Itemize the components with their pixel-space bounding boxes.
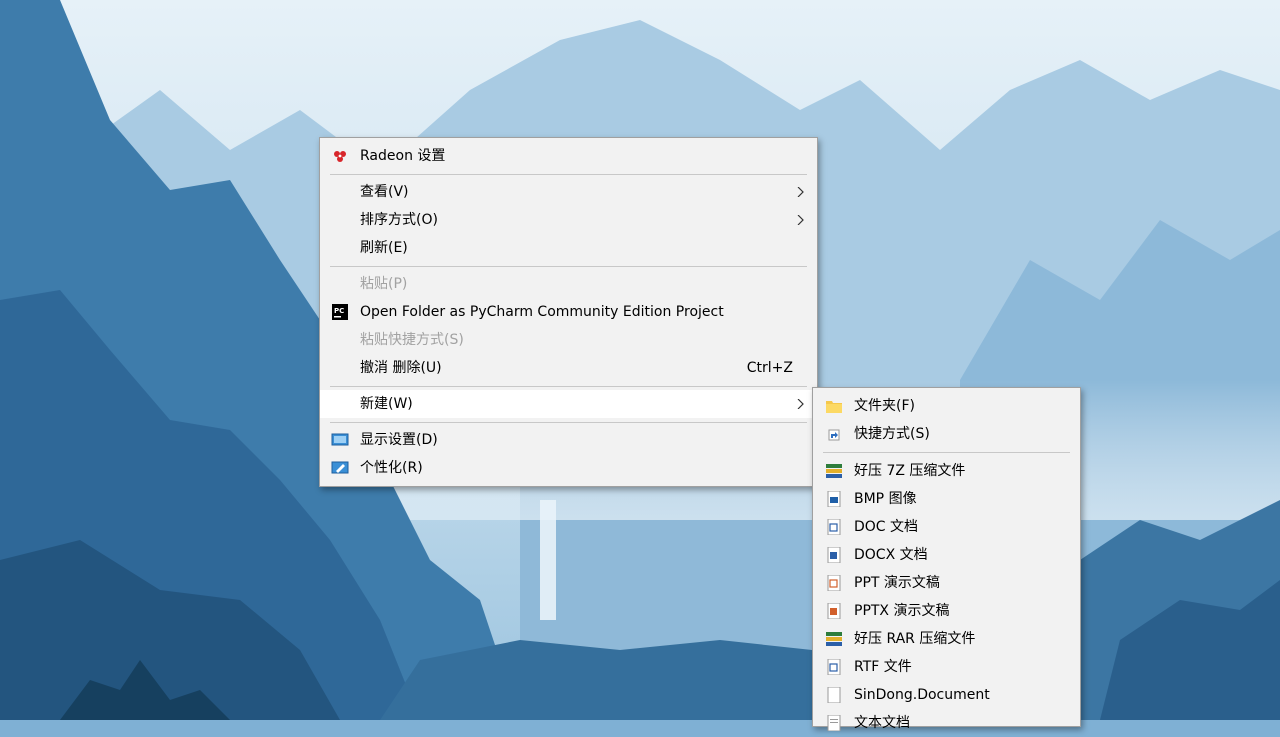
menu-item-new[interactable]: 新建(W)	[320, 390, 817, 418]
menu-item-label: Radeon 设置	[360, 148, 446, 164]
menu-separator	[823, 452, 1070, 453]
display-icon	[331, 433, 349, 446]
ppt-icon	[827, 575, 841, 591]
chevron-right-icon	[797, 399, 804, 409]
menu-item-label: Open Folder as PyCharm Community Edition…	[360, 304, 724, 320]
text-document-icon	[827, 715, 841, 731]
menu-item-label: 个性化(R)	[360, 460, 423, 476]
radeon-icon	[334, 151, 346, 162]
submenu-item-folder[interactable]: 文件夹(F)	[813, 392, 1080, 420]
menu-item-label: 粘贴快捷方式(S)	[360, 332, 464, 348]
menu-item-label: 显示设置(D)	[360, 432, 438, 448]
menu-item-label: 查看(V)	[360, 184, 409, 200]
submenu-item-docx-document[interactable]: DOCX 文档	[813, 541, 1080, 569]
submenu-item-label: PPTX 演示文稿	[854, 603, 950, 619]
submenu-item-shortcut[interactable]: 快捷方式(S)	[813, 420, 1080, 448]
desktop-context-menu: Radeon 设置 查看(V) 排序方式(O) 刷新(E) 粘贴(P) PC O…	[319, 137, 818, 487]
submenu-item-ppt-presentation[interactable]: PPT 演示文稿	[813, 569, 1080, 597]
submenu-item-label: DOCX 文档	[854, 547, 928, 563]
menu-item-label: 排序方式(O)	[360, 212, 438, 228]
menu-item-refresh[interactable]: 刷新(E)	[320, 234, 817, 262]
submenu-item-doc-document[interactable]: DOC 文档	[813, 513, 1080, 541]
menu-item-sort-by[interactable]: 排序方式(O)	[320, 206, 817, 234]
archive-icon	[826, 464, 842, 478]
menu-item-label: 粘贴(P)	[360, 276, 408, 292]
submenu-item-pptx-presentation[interactable]: PPTX 演示文稿	[813, 597, 1080, 625]
submenu-item-label: 好压 RAR 压缩文件	[854, 631, 976, 647]
menu-item-label: 撤消 删除(U)	[360, 360, 442, 376]
submenu-item-7z-archive[interactable]: 好压 7Z 压缩文件	[813, 457, 1080, 485]
submenu-item-bmp-image[interactable]: BMP 图像	[813, 485, 1080, 513]
submenu-item-label: DOC 文档	[854, 519, 919, 535]
submenu-item-label: 文件夹(F)	[854, 398, 915, 414]
doc-icon	[827, 519, 841, 535]
menu-item-paste: 粘贴(P)	[320, 270, 817, 298]
menu-item-paste-shortcut: 粘贴快捷方式(S)	[320, 326, 817, 354]
menu-separator	[330, 266, 807, 267]
menu-item-open-folder-pycharm[interactable]: PC Open Folder as PyCharm Community Edit…	[320, 298, 817, 326]
docx-icon	[827, 547, 841, 563]
blank-document-icon	[827, 687, 841, 703]
shortcut-icon	[828, 429, 840, 441]
submenu-item-sindong-document[interactable]: SinDong.Document	[813, 681, 1080, 709]
submenu-item-label: SinDong.Document	[854, 687, 990, 703]
rtf-icon	[827, 659, 841, 675]
menu-item-personalize[interactable]: 个性化(R)	[320, 454, 817, 482]
submenu-item-label: 好压 7Z 压缩文件	[854, 463, 966, 479]
pycharm-icon: PC	[332, 304, 348, 320]
submenu-item-label: 快捷方式(S)	[854, 426, 930, 442]
submenu-item-text-document[interactable]: 文本文档	[813, 709, 1080, 737]
menu-separator	[330, 174, 807, 175]
archive-icon	[826, 632, 842, 646]
new-submenu: 文件夹(F) 快捷方式(S) 好压 7Z 压缩文件 BMP 图像 DOC 文档	[812, 387, 1081, 731]
chevron-right-icon	[797, 187, 804, 197]
menu-item-label: 刷新(E)	[360, 240, 408, 256]
submenu-item-label: PPT 演示文稿	[854, 575, 940, 591]
menu-item-shortcut: Ctrl+Z	[746, 360, 793, 376]
submenu-item-label: BMP 图像	[854, 491, 917, 507]
folder-icon	[826, 401, 842, 413]
submenu-item-label: RTF 文件	[854, 659, 912, 675]
menu-item-radeon-settings[interactable]: Radeon 设置	[320, 142, 817, 170]
submenu-item-rar-archive[interactable]: 好压 RAR 压缩文件	[813, 625, 1080, 653]
submenu-item-label: 文本文档	[854, 715, 910, 731]
svg-text:PC: PC	[334, 307, 344, 315]
menu-item-label: 新建(W)	[360, 396, 413, 412]
menu-separator	[330, 422, 807, 423]
menu-item-view[interactable]: 查看(V)	[320, 178, 817, 206]
submenu-item-rtf-file[interactable]: RTF 文件	[813, 653, 1080, 681]
personalize-icon	[331, 461, 349, 474]
menu-separator	[330, 386, 807, 387]
menu-item-display-settings[interactable]: 显示设置(D)	[320, 426, 817, 454]
pptx-icon	[827, 603, 841, 619]
bmp-icon	[827, 491, 841, 507]
chevron-right-icon	[797, 215, 804, 225]
menu-item-undo-delete[interactable]: 撤消 删除(U) Ctrl+Z	[320, 354, 817, 382]
